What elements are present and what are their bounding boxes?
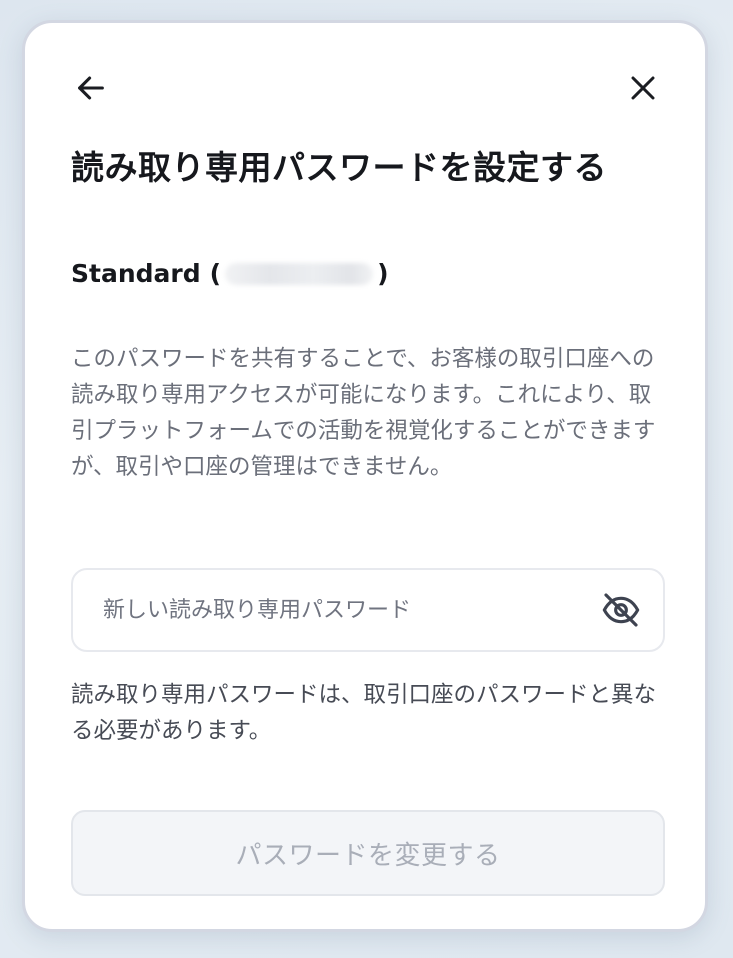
change-password-button[interactable]: パスワードを変更する [71, 810, 665, 896]
account-type: Standard [71, 259, 201, 288]
back-button[interactable] [71, 68, 111, 108]
close-icon [631, 76, 655, 100]
description-text: このパスワードを共有することで、お客様の取引口座への読み取り専用アクセスが可能に… [71, 346, 656, 480]
eye-off-icon [602, 593, 640, 627]
password-visibility-toggle[interactable] [597, 586, 645, 634]
set-readonly-password-modal: 読み取り専用パスワードを設定する Standard ( ) このパスワードを共有… [22, 20, 708, 932]
arrow-left-icon [78, 76, 104, 100]
password-field [71, 568, 665, 652]
new-readonly-password-input[interactable] [73, 570, 597, 650]
close-button[interactable] [623, 68, 663, 108]
close-paren: ) [377, 259, 389, 288]
modal-title: 読み取り専用パスワードを設定する [71, 148, 607, 187]
password-hint: 読み取り専用パスワードは、取引口座のパスワードと異なる必要があります。 [71, 682, 657, 744]
account-label: Standard ( ) [71, 259, 389, 288]
redacted-account-number [225, 262, 374, 285]
open-paren: ( [209, 259, 222, 288]
